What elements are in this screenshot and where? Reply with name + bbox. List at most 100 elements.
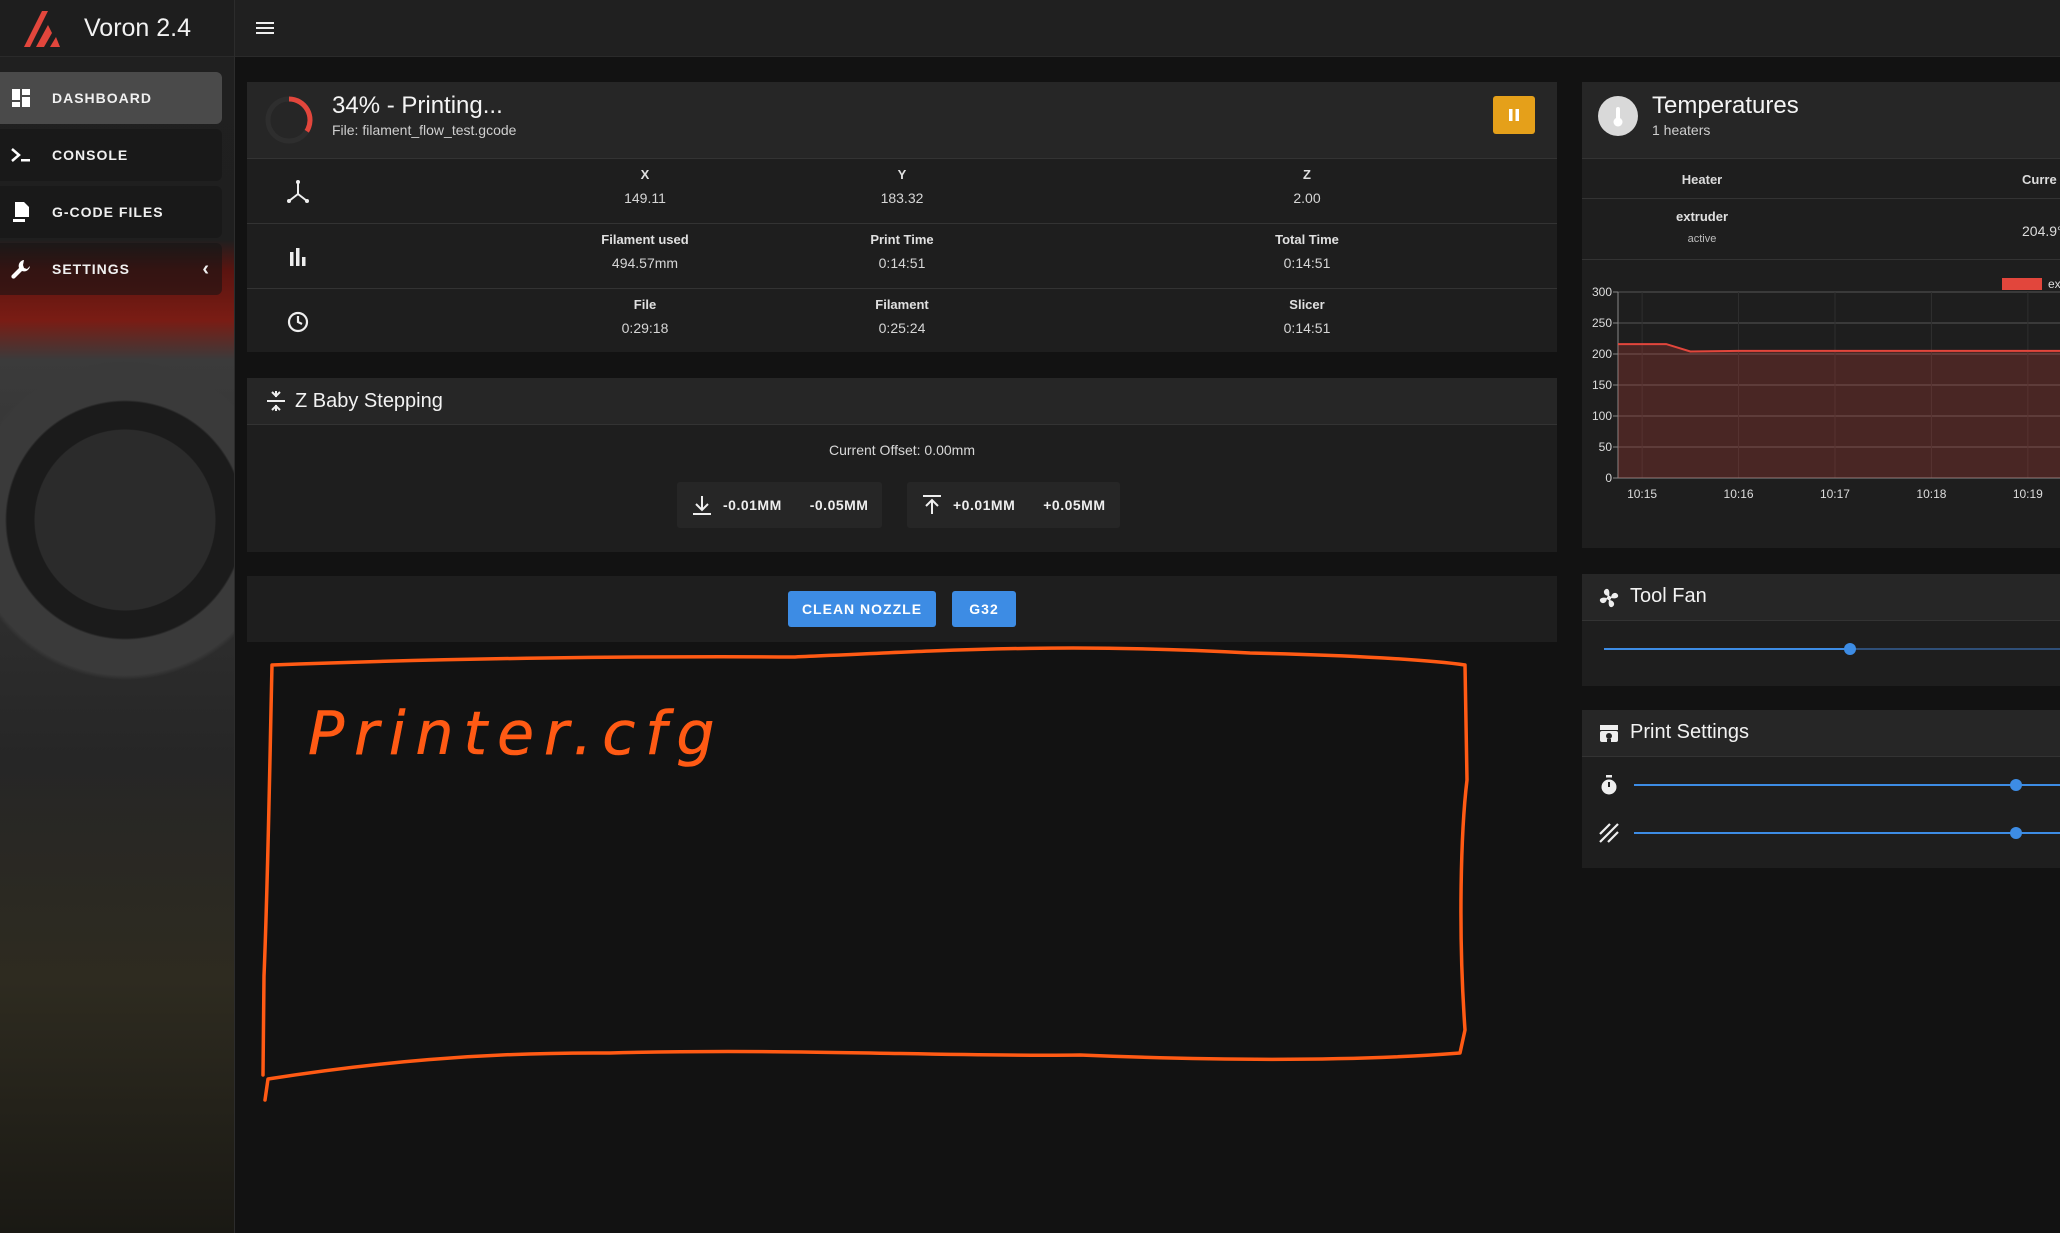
legend-label: ext	[2048, 277, 2060, 291]
estimate-label: Slicer	[1289, 297, 1325, 312]
z-down-large-label: -0.05MM	[809, 497, 869, 513]
print-status-title: 34% - Printing...	[332, 92, 503, 119]
tool-fan-title: Tool Fan	[1630, 585, 1707, 607]
flow-slider-thumb[interactable]	[2010, 827, 2022, 839]
heater-table-header: Heater Curre	[1582, 158, 2060, 199]
pause-icon	[1509, 109, 1519, 121]
temperatures-title: Temperatures	[1652, 92, 1799, 119]
position-z: Z 2.00	[1157, 167, 1457, 206]
col-heater: Heater	[1681, 172, 1723, 187]
arrow-up-icon	[923, 495, 941, 514]
progress-ring	[265, 96, 313, 144]
z-up-small-button[interactable]: +0.01MM	[907, 494, 1029, 516]
voron-logo-icon	[24, 11, 60, 47]
position-y: Y 183.32	[752, 167, 1052, 206]
pause-button[interactable]	[1493, 96, 1535, 134]
speed-slider-track[interactable]	[1634, 784, 2060, 786]
legend-swatch	[2002, 278, 2042, 290]
x-tick-label: 10:15	[1627, 487, 1657, 501]
x-tick-label: 10:18	[1916, 487, 1946, 501]
x-tick-label: 10:19	[2013, 487, 2043, 501]
z-down-large-button[interactable]: -0.05MM	[796, 497, 883, 513]
axis-icon	[287, 180, 309, 203]
sidebar-item-settings[interactable]: SETTINGS ‹	[0, 243, 222, 295]
print-settings-panel: Print Settings	[1582, 710, 2060, 868]
position-row: X 149.11 Y 183.32 Z 2.00	[247, 158, 1557, 223]
total-time: Total Time 0:14:51	[1157, 232, 1457, 271]
estimate-value: 0:25:24	[878, 320, 926, 336]
tool-fan-slider-fill	[1604, 648, 1851, 650]
sidebar-item-label: CONSOLE	[52, 147, 129, 163]
flow-slider-track[interactable]	[1634, 832, 2060, 834]
estimate-slicer: Slicer 0:14:51	[1157, 297, 1457, 336]
stat-label: Print Time	[870, 232, 934, 247]
col-current: Curre	[2022, 172, 2057, 187]
estimates-row: File 0:29:18 Filament 0:25:24 Slicer 0:14:5…	[247, 288, 1557, 353]
series-line-extruder	[1618, 343, 2060, 353]
dashboard-icon	[10, 87, 32, 109]
stat-label: Total Time	[1275, 232, 1339, 247]
temperature-chart: ext 0 50 100 150 200 250 300 10:15 10:16 10:17 10:1…	[1592, 277, 2060, 501]
y-tick-label: 150	[1592, 378, 1612, 392]
position-value: 183.32	[880, 190, 924, 206]
z-up-group: +0.01MM +0.05MM	[907, 482, 1120, 528]
status-header: 34% - Printing... File: filament_flow_te…	[247, 82, 1557, 159]
z-down-small-button[interactable]: -0.01MM	[677, 494, 796, 516]
clean-nozzle-button[interactable]: CLEAN NOZZLE	[788, 591, 936, 627]
tool-fan-header: Tool Fan	[1582, 574, 2060, 621]
sidebar-item-console[interactable]: CONSOLE	[0, 129, 222, 181]
hamburger-menu-icon[interactable]	[253, 16, 277, 40]
tool-fan-slider-thumb[interactable]	[1844, 643, 1857, 655]
chevron-left-icon: ‹	[202, 257, 210, 280]
speed-slider-thumb[interactable]	[2010, 779, 2022, 791]
estimate-value: 0:14:51	[1283, 320, 1331, 336]
x-tick-label: 10:16	[1724, 487, 1754, 501]
z-up-large-label: +0.05MM	[1043, 497, 1106, 513]
estimate-label: File	[633, 297, 657, 312]
annotation-text: Printer.cfg	[308, 699, 724, 769]
tool-fan-panel: Tool Fan	[1582, 574, 2060, 686]
print-settings-title: Print Settings	[1630, 721, 1749, 743]
file-upload-icon	[10, 201, 32, 223]
position-label: X	[640, 167, 650, 182]
handwritten-annotation: Printer.cfg	[261, 646, 1469, 1102]
filament-used: Filament used 494.57mm	[495, 232, 795, 271]
y-tick-label: 0	[1605, 471, 1612, 485]
status-panel: 34% - Printing... File: filament_flow_te…	[247, 82, 1557, 352]
y-tick-label: 300	[1592, 285, 1612, 299]
sidebar-item-dashboard[interactable]: DASHBOARD	[0, 72, 222, 124]
baby-header: Z Baby Stepping	[247, 378, 1557, 425]
stats-row: Filament used 494.57mm Print Time 0:14:51 …	[247, 223, 1557, 288]
estimate-value: 0:29:18	[621, 320, 669, 336]
temperatures-panel: Temperatures 1 heaters Heater Curre extr…	[1582, 82, 2060, 548]
sidebar: Voron 2.4 DASHBOARD CONSOLE G-CODE FILES…	[0, 0, 235, 1233]
sidebar-item-label: SETTINGS	[52, 261, 131, 277]
z-down-group: -0.01MM -0.05MM	[677, 482, 883, 528]
y-tick-label: 100	[1592, 409, 1612, 423]
heater-row-extruder[interactable]: extruder active 204.9°	[1582, 199, 2060, 260]
print-time: Print Time 0:14:51	[752, 232, 1052, 271]
sidebar-nav: DASHBOARD CONSOLE G-CODE FILES SETTINGS …	[0, 72, 234, 300]
current-offset: Current Offset: 0.00mm	[828, 442, 975, 458]
position-value: 149.11	[624, 190, 666, 206]
clock-icon	[287, 311, 309, 333]
stat-value: 0:14:51	[1283, 255, 1331, 271]
wrench-icon	[10, 258, 32, 280]
bar-chart-icon	[290, 248, 306, 266]
sidebar-item-label: DASHBOARD	[52, 90, 152, 106]
g32-button[interactable]: G32	[952, 591, 1016, 627]
sidebar-item-gcode-files[interactable]: G-CODE FILES	[0, 186, 222, 238]
y-tick-label: 200	[1592, 347, 1612, 361]
sidebar-item-label: G-CODE FILES	[52, 204, 164, 220]
arrow-down-icon	[693, 496, 711, 515]
temperatures-header: Temperatures 1 heaters	[1582, 82, 2060, 159]
printer-3d-icon	[1600, 725, 1618, 742]
baby-title: Z Baby Stepping	[295, 390, 443, 412]
heater-current-temp: 204.9°	[2022, 223, 2060, 239]
print-settings-header: Print Settings	[1582, 710, 2060, 757]
stat-label: Filament used	[601, 232, 689, 247]
position-label: Y	[897, 167, 907, 182]
x-tick-label: 10:17	[1820, 487, 1850, 501]
estimate-label: Filament	[875, 297, 929, 312]
z-up-large-button[interactable]: +0.05MM	[1029, 497, 1119, 513]
